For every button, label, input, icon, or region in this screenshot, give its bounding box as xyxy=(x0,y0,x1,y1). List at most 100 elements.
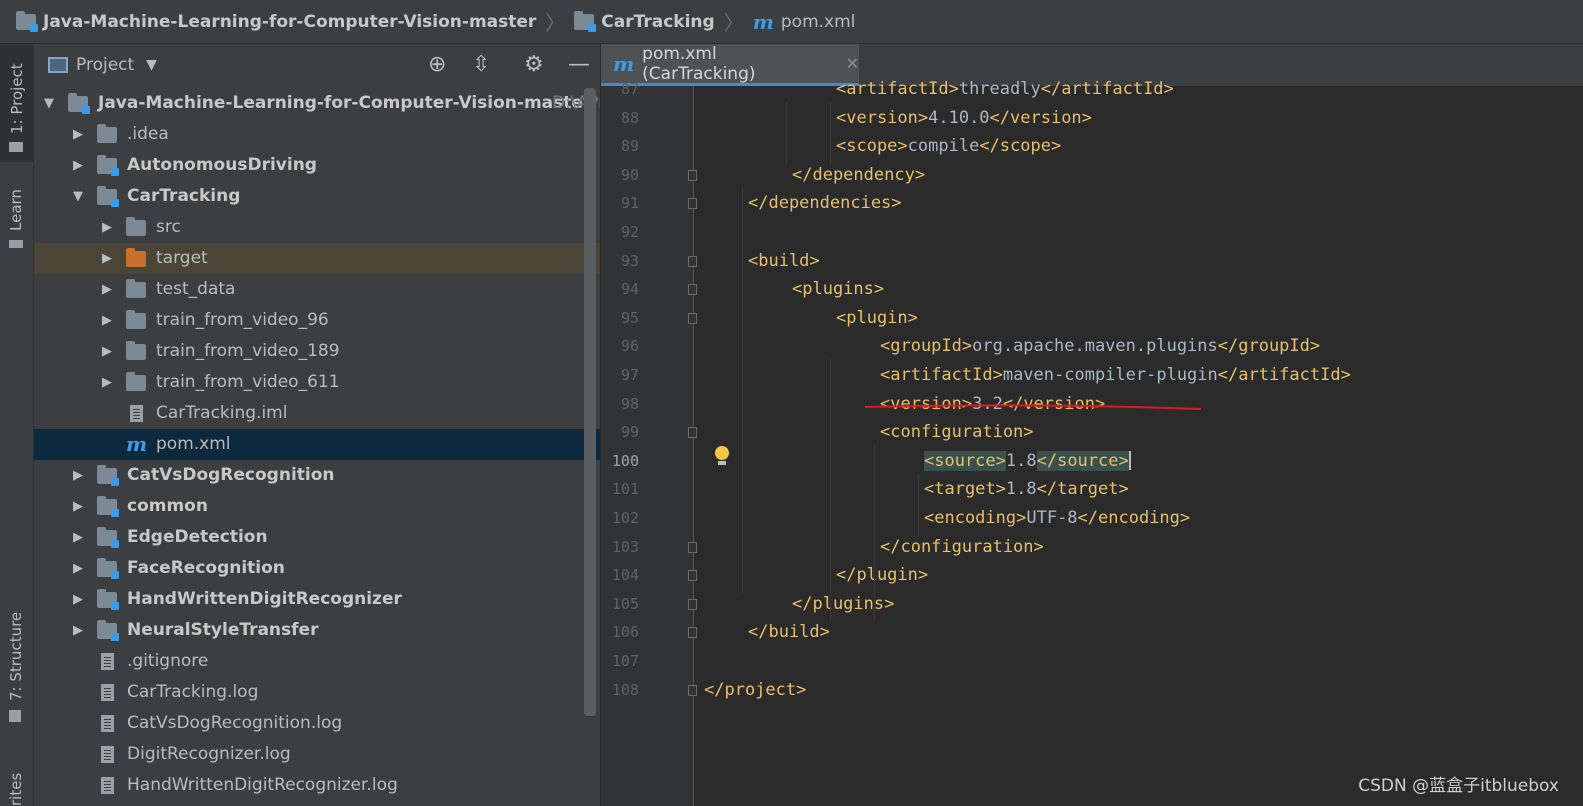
fold-marker-icon[interactable] xyxy=(688,284,697,296)
fold-marker-icon[interactable] xyxy=(688,255,697,267)
tree-item[interactable]: ▶ AutonomousDriving xyxy=(34,150,600,181)
tool-tab-favorites[interactable]: rites xyxy=(0,44,33,806)
tree-item[interactable]: ▶ EdgeDetection xyxy=(34,522,600,553)
tree-item[interactable]: HandWrittenDigitRecognizer.log xyxy=(34,770,600,801)
tree-item-label: Java-Machine-Learning-for-Computer-Visio… xyxy=(98,93,592,113)
breadcrumb-module[interactable]: CarTracking xyxy=(574,10,715,32)
code-text: </project> xyxy=(704,679,807,700)
tree-item[interactable]: CatVsDogRecognition.log xyxy=(34,708,600,739)
chevron-right-icon[interactable]: ▶ xyxy=(73,158,83,173)
tree-item[interactable]: ▶ train_from_video_611 xyxy=(34,367,600,398)
line-number: 91 xyxy=(620,194,639,213)
tree-item[interactable]: ▶ train_from_video_189 xyxy=(34,336,600,367)
code-text: </configuration> xyxy=(880,536,1044,557)
code-line: 87 <artifactId>threadly</artifactId> xyxy=(601,76,1583,104)
tree-item[interactable]: ▼ CarTracking xyxy=(34,181,600,212)
chevron-right-icon[interactable]: ▶ xyxy=(73,592,83,607)
line-number: 103 xyxy=(611,537,639,556)
tree-item[interactable]: .gitignore xyxy=(34,646,600,677)
lightbulb-icon[interactable] xyxy=(714,446,730,466)
tree-item[interactable]: ▼ Java-Machine-Learning-for-Computer-Visi… xyxy=(34,88,600,119)
tree-item-label: FaceRecognition xyxy=(127,558,285,578)
line-number: 106 xyxy=(611,623,639,642)
text-caret xyxy=(1128,451,1131,471)
tree-item[interactable]: ▶ train_from_video_96 xyxy=(34,305,600,336)
tree-item[interactable]: ▶ FaceRecognition xyxy=(34,553,600,584)
chevron-right-icon[interactable]: ▶ xyxy=(102,313,112,328)
tree-item[interactable]: ▶ target xyxy=(34,243,600,274)
fold-marker-icon[interactable] xyxy=(688,312,697,324)
tree-item[interactable]: ▶ .idea xyxy=(34,119,600,150)
line-number: 108 xyxy=(611,680,639,699)
fold-marker-icon[interactable] xyxy=(688,198,697,210)
project-panel: Project ▼ ⊕ ⇳ ⚙ — ▼ Java-Machine-Learning… xyxy=(34,44,600,806)
tree-item[interactable]: CarTracking.iml xyxy=(34,398,600,429)
tree-item[interactable]: ▶ CatVsDogRecognition xyxy=(34,460,600,491)
line-number: 90 xyxy=(620,165,639,184)
indent-guide xyxy=(830,359,831,622)
chevron-right-icon[interactable]: ▶ xyxy=(73,623,83,638)
close-icon[interactable]: ✕ xyxy=(846,54,859,73)
fold-marker-icon[interactable] xyxy=(688,627,697,639)
chevron-right-icon[interactable]: ▶ xyxy=(102,251,112,266)
fold-marker-icon[interactable] xyxy=(688,169,697,181)
module-folder-icon xyxy=(97,589,119,610)
chevron-right-icon[interactable]: ▶ xyxy=(73,127,83,142)
project-tree-scrollbar[interactable] xyxy=(584,88,596,716)
file-icon xyxy=(101,777,114,794)
tree-item[interactable]: CarTracking.log xyxy=(34,677,600,708)
project-panel-header: Project ▼ ⊕ ⇳ ⚙ — xyxy=(34,44,600,86)
chevron-down-icon[interactable]: ▼ xyxy=(44,96,54,111)
gear-icon[interactable]: ⚙ xyxy=(524,52,544,77)
fold-marker-icon[interactable] xyxy=(688,541,697,553)
breadcrumb-module-label: CarTracking xyxy=(601,11,715,32)
code-line: 88 <version>4.10.0</version> xyxy=(601,105,1583,133)
code-text: <version>4.10.0</version> xyxy=(836,107,1092,128)
tree-item[interactable]: DigitRecognizer.log xyxy=(34,739,600,770)
tree-item-label: test_data xyxy=(156,279,236,299)
chevron-right-icon[interactable]: ▶ xyxy=(73,499,83,514)
module-folder-icon xyxy=(97,186,119,207)
xml-value: maven-compiler-plugin xyxy=(1002,365,1218,385)
tree-item[interactable]: m pom.xml xyxy=(34,429,600,460)
chevron-right-icon[interactable]: ▶ xyxy=(102,282,112,297)
code-line: 107 xyxy=(601,648,1583,676)
tree-item[interactable]: ▶ HandWrittenDigitRecognizer xyxy=(34,584,600,615)
chevron-down-icon[interactable]: ▼ xyxy=(146,57,157,73)
code-line: 94 <plugins> xyxy=(601,276,1583,304)
code-line: 106 </build> xyxy=(601,619,1583,647)
tree-item[interactable]: ▶ test_data xyxy=(34,274,600,305)
fold-marker-icon[interactable] xyxy=(688,598,697,610)
tree-item-label: CarTracking.iml xyxy=(156,403,288,423)
project-view-icon xyxy=(48,57,68,73)
chevron-right-icon[interactable]: ▶ xyxy=(102,344,112,359)
tree-item-label: CatVsDogRecognition xyxy=(127,465,335,485)
tree-item[interactable]: ▶ NeuralStyleTransfer xyxy=(34,615,600,646)
minimize-icon[interactable]: — xyxy=(568,52,590,77)
chevron-right-icon[interactable]: ▶ xyxy=(73,530,83,545)
tree-item-label: AutonomousDriving xyxy=(127,155,317,175)
tree-item-label: CatVsDogRecognition.log xyxy=(127,713,343,733)
line-number: 94 xyxy=(620,280,639,299)
breadcrumb-project[interactable]: Java-Machine-Learning-for-Computer-Visio… xyxy=(16,10,537,32)
chevron-right-icon[interactable]: ▶ xyxy=(73,561,83,576)
chevron-down-icon[interactable]: ▼ xyxy=(73,189,83,204)
fold-marker-icon[interactable] xyxy=(688,684,697,696)
fold-marker-icon[interactable] xyxy=(688,570,697,582)
breadcrumb-file[interactable]: m pom.xml xyxy=(753,10,856,34)
chevron-right-icon[interactable]: ▶ xyxy=(102,220,112,235)
locate-target-icon[interactable]: ⊕ xyxy=(428,52,446,77)
code-text: </plugins> xyxy=(792,593,895,614)
chevron-right-icon[interactable]: ▶ xyxy=(73,468,83,483)
collapse-all-icon[interactable]: ⇳ xyxy=(472,52,490,77)
project-view-selector[interactable]: Project xyxy=(76,55,134,75)
line-number: 101 xyxy=(611,480,639,499)
line-number: 87 xyxy=(620,80,639,98)
chevron-right-icon[interactable]: ▶ xyxy=(102,375,112,390)
fold-marker-icon[interactable] xyxy=(688,427,697,439)
breadcrumb-project-label: Java-Machine-Learning-for-Computer-Visio… xyxy=(43,11,537,32)
maven-file-icon: m xyxy=(613,51,635,76)
tree-item[interactable]: ▶ src xyxy=(34,212,600,243)
file-icon xyxy=(101,715,114,732)
tree-item[interactable]: ▶ common xyxy=(34,491,600,522)
